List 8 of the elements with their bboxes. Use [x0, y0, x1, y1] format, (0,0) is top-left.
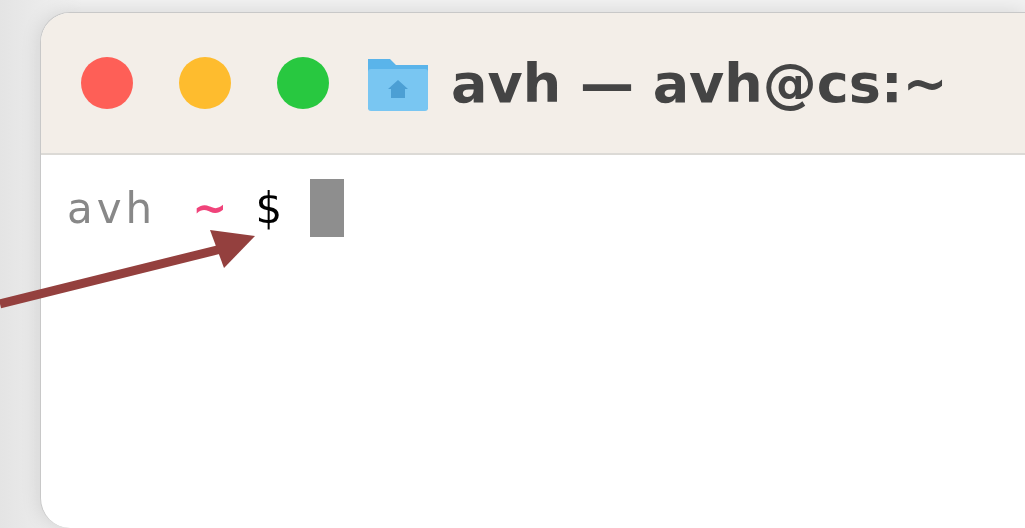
minimize-button[interactable]	[179, 57, 231, 109]
prompt-symbol: $	[255, 183, 283, 233]
close-button[interactable]	[81, 57, 133, 109]
prompt-user: avh	[67, 183, 157, 233]
zoom-button[interactable]	[277, 57, 329, 109]
prompt-directory: ~	[192, 183, 228, 233]
window-title: avh — avh@cs:~	[451, 51, 948, 115]
text-cursor	[310, 179, 345, 237]
